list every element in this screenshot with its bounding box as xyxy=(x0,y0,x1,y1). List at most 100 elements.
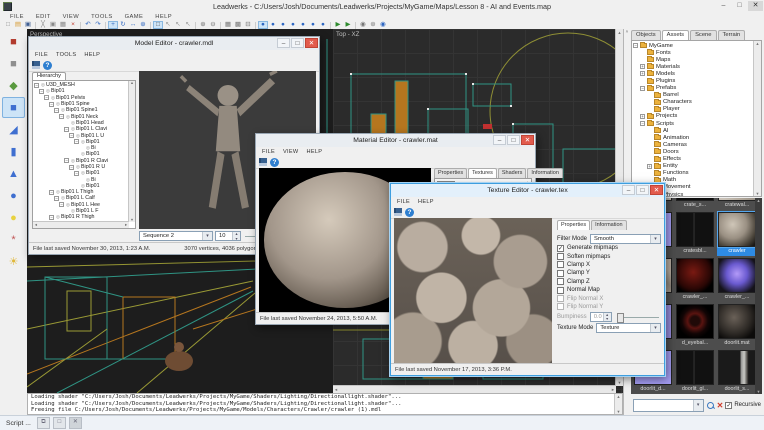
delete-icon[interactable]: × xyxy=(68,21,78,29)
asset-thumbnail[interactable]: cratewal... xyxy=(717,198,757,210)
select-tool-icon[interactable]: □ xyxy=(153,21,163,29)
hierarchy-vscrollbar[interactable]: ▲ ▼ xyxy=(128,81,135,222)
open-icon[interactable]: ▤ xyxy=(13,21,23,29)
asset-thumbnail[interactable]: crawler_... xyxy=(675,258,715,302)
expander-icon[interactable]: + xyxy=(640,64,645,70)
texture-menu-file[interactable]: FILE xyxy=(393,199,414,205)
save-icon[interactable] xyxy=(32,61,40,69)
material-menu-file[interactable]: FILE xyxy=(258,149,279,155)
sphere-brush-button[interactable]: ● xyxy=(2,185,25,206)
expander-icon[interactable]: − xyxy=(633,43,638,49)
redo-icon[interactable]: ↷ xyxy=(93,21,103,29)
expander-icon[interactable]: − xyxy=(44,95,49,101)
help-icon[interactable]: ? xyxy=(43,60,52,70)
close-button[interactable]: ✕ xyxy=(748,1,763,11)
view-axis-5-icon[interactable]: ● xyxy=(298,21,308,29)
expander-icon[interactable]: + xyxy=(647,163,652,169)
grid-snap-icon[interactable]: ▦ xyxy=(223,21,233,29)
texture-minimize-button[interactable]: – xyxy=(622,185,635,195)
flip-normal-y-checkbox[interactable] xyxy=(557,303,564,311)
expander-icon[interactable]: − xyxy=(64,158,69,164)
asset-folder[interactable]: Barrel xyxy=(633,91,761,99)
expander-icon[interactable]: − xyxy=(39,88,44,94)
console-scrollbar[interactable]: ▲ ▼ xyxy=(614,394,622,414)
texture-mode-select[interactable]: Texture ▾ xyxy=(596,322,661,333)
point-light-button[interactable]: ● xyxy=(2,207,25,228)
view-axis-3-icon[interactable]: ● xyxy=(278,21,288,29)
asset-folder[interactable]: Plugins xyxy=(633,77,761,84)
panel-tab-terrain[interactable]: Terrain xyxy=(717,30,746,40)
box-brush-button[interactable]: ■ xyxy=(2,97,25,118)
directional-light-button[interactable]: ☀ xyxy=(2,251,25,272)
asset-folder[interactable]: Doors xyxy=(633,148,761,155)
save-icon[interactable] xyxy=(259,158,267,166)
minimize-button[interactable]: – xyxy=(716,1,731,11)
expander-icon[interactable]: − xyxy=(49,189,54,195)
new-icon[interactable]: □ xyxy=(3,21,13,29)
texture-close-button[interactable]: ✕ xyxy=(650,185,663,195)
expander-icon[interactable]: − xyxy=(69,164,74,170)
asset-thumbnail[interactable]: cratesbl... xyxy=(675,212,715,256)
help-icon[interactable]: ? xyxy=(405,207,414,217)
material-editor-titlebar[interactable]: Material Editor - crawler.mat – □ ✕ xyxy=(256,134,535,147)
expander-icon[interactable]: − xyxy=(69,133,74,139)
soften-mipmaps-checkbox[interactable] xyxy=(557,253,564,261)
asset-folder[interactable]: + Projects xyxy=(633,112,761,120)
material-minimize-button[interactable]: – xyxy=(493,135,506,145)
view-axis-7-icon[interactable]: ● xyxy=(318,21,328,29)
expander-icon[interactable]: − xyxy=(74,170,79,176)
grid-size-icon[interactable]: ▩ xyxy=(233,21,243,29)
expander-icon[interactable]: − xyxy=(64,126,69,132)
bumpiness-stepper[interactable]: 0.0 ▲ ▼ xyxy=(589,311,612,322)
texture-tab-information[interactable]: Information xyxy=(591,220,627,230)
pointer-tool-3-icon[interactable]: ↖ xyxy=(183,21,193,29)
model-editor-titlebar[interactable]: Model Editor - crawler.mdl – □ ✕ xyxy=(29,37,319,50)
menu-edit[interactable]: EDIT xyxy=(30,14,57,20)
clear-search-icon[interactable]: ✕ xyxy=(717,401,724,410)
asset-folder[interactable]: + Models xyxy=(633,70,761,77)
wedge-brush-button[interactable]: ◢ xyxy=(2,119,25,140)
search-icon[interactable] xyxy=(706,401,715,410)
save-icon[interactable] xyxy=(394,208,402,216)
model-menu-tools[interactable]: TOOLS xyxy=(52,52,80,58)
menu-help[interactable]: HELP xyxy=(149,14,178,20)
paste-icon[interactable]: ▦ xyxy=(58,21,68,29)
flip-normal-x-checkbox[interactable] xyxy=(557,295,564,303)
expander-icon[interactable]: − xyxy=(640,121,645,127)
model-minimize-button[interactable]: – xyxy=(277,38,290,48)
expander-icon[interactable]: − xyxy=(74,139,79,145)
asset-folder[interactable]: Player xyxy=(633,105,761,113)
expander-icon[interactable]: − xyxy=(59,202,64,208)
zoom-in-icon[interactable]: ⊕ xyxy=(198,21,208,29)
cut-icon[interactable]: ╳ xyxy=(38,21,48,29)
help-icon[interactable]: ◉ xyxy=(378,21,388,29)
maximize-button[interactable]: □ xyxy=(732,1,747,11)
material-maximize-button[interactable]: □ xyxy=(507,135,520,145)
expander-icon[interactable]: − xyxy=(640,85,645,91)
zoom-out-icon[interactable]: ⊖ xyxy=(208,21,218,29)
cone-brush-button[interactable]: ▲ xyxy=(2,163,25,184)
texture-tab-properties[interactable]: Properties xyxy=(557,220,591,230)
assets-tree[interactable]: − MyGame Fonts Maps + Materials + Models Plugins… xyxy=(631,40,762,197)
viewport-top-hscrollbar[interactable]: ◄ ► xyxy=(333,385,616,393)
asset-thumbnail[interactable]: doorlit.mat xyxy=(717,304,757,348)
material-tab-textures[interactable]: Textures xyxy=(468,168,497,178)
pointer-tool-2-icon[interactable]: ↖ xyxy=(173,21,183,29)
material-close-button[interactable]: ✕ xyxy=(521,135,534,145)
search-input[interactable]: ▾ xyxy=(633,398,704,412)
hierarchy-hscrollbar[interactable]: ◄ ► xyxy=(33,221,129,228)
view-axis-1-icon[interactable]: ● xyxy=(258,21,268,29)
asset-folder[interactable]: − Scripts xyxy=(633,120,761,127)
asset-thumbnail[interactable]: crawler_... xyxy=(717,258,757,302)
expander-icon[interactable]: − xyxy=(59,114,64,120)
asset-folder[interactable]: Cameras xyxy=(633,141,761,148)
clamp-z-checkbox[interactable] xyxy=(557,278,564,286)
camera-icon[interactable]: ◉ xyxy=(358,21,368,29)
material-tab-properties[interactable]: Properties xyxy=(434,168,468,178)
model-close-button[interactable]: ✕ xyxy=(305,38,318,48)
rotate-tool-icon[interactable]: ↻ xyxy=(118,21,128,29)
asset-folder[interactable]: − Prefabs xyxy=(633,84,761,92)
material-tab-information[interactable]: Information xyxy=(527,168,563,178)
collapse-icon[interactable]: ⊟ xyxy=(243,21,253,29)
material-tab-shaders[interactable]: Shaders xyxy=(497,168,527,178)
